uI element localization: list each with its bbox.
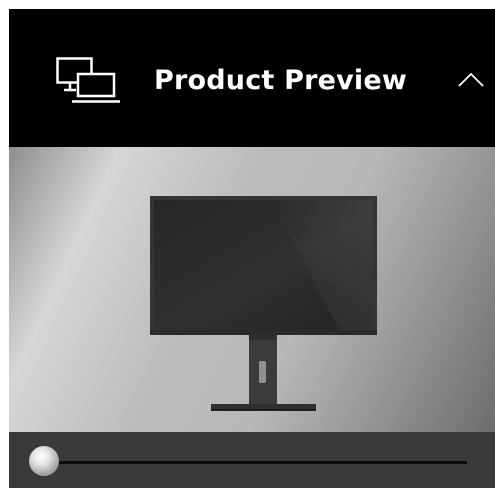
product-preview-panel: Product Preview [9,9,495,488]
monitor-image [150,196,377,411]
panel-header: Product Preview [9,9,495,147]
preview-controls [9,432,495,488]
devices-icon [56,57,120,103]
collapse-button[interactable] [451,63,495,99]
rotation-slider-track[interactable] [59,461,467,464]
product-image-area [9,147,495,432]
chevron-up-icon [458,72,484,87]
rotation-slider-thumb[interactable] [29,446,59,476]
panel-title: Product Preview [154,65,408,96]
